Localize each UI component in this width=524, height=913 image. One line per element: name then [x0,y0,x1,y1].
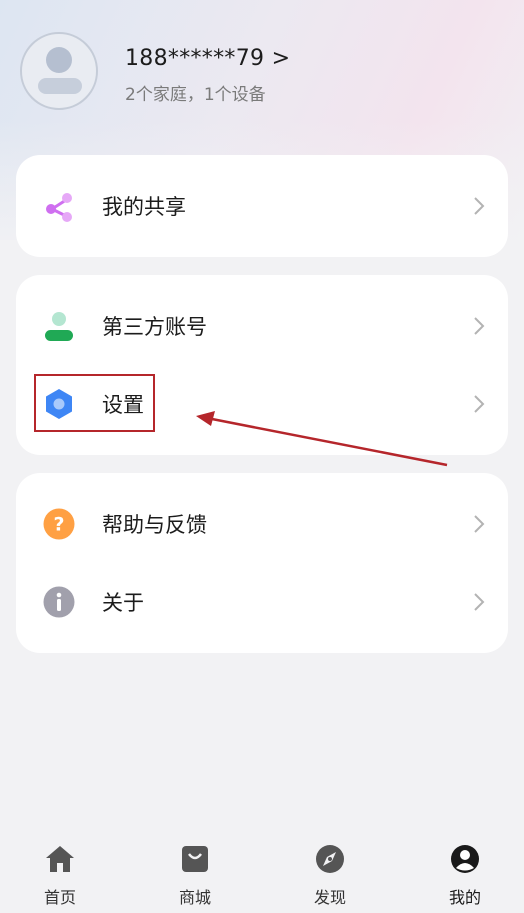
chevron-right-icon [474,593,485,611]
menu-item-label-help-feedback: 帮助与反馈 [102,513,207,537]
user-circle-icon [451,845,479,873]
shopping-bag-icon [182,846,208,872]
settings-highlight-box [34,374,155,432]
menu-item-label-about: 关于 [102,591,144,615]
profile-header: 188******79 > 2个家庭，1个设备 [20,32,500,112]
chevron-right-icon [474,515,485,533]
bottom-navigation: 首页 商城 发现 我的 [0,828,524,913]
compass-icon [316,845,344,873]
nav-label-discover: 发现 [313,888,346,907]
nav-label-mall: 商城 [178,888,211,907]
menu-item-label-third-party-account: 第三方账号 [102,315,207,339]
nav-label-home: 首页 [43,888,76,907]
nav-label-mine: 我的 [448,888,481,907]
menu-item-third-party-account[interactable]: 第三方账号 [16,287,508,365]
svg-text:?: ? [53,514,64,536]
home-device-summary: 2个家庭，1个设备 [125,85,266,105]
chevron-right-icon [474,197,485,215]
avatar-head [46,47,72,73]
question-icon: ? [43,508,75,540]
share-icon [46,193,72,222]
help-about-card: ? 帮助与反馈 关于 [16,473,508,653]
chevron-right-icon [474,395,485,413]
home-icon [46,846,74,872]
nav-home[interactable]: 首页 [15,828,105,913]
chevron-right-icon [474,317,485,335]
menu-item-about[interactable]: 关于 [16,563,508,641]
account-phone-number[interactable]: 188******79 > [125,46,290,71]
avatar-body [38,78,82,94]
menu-item-my-share[interactable]: 我的共享 [16,167,508,245]
nav-mall[interactable]: 商城 [150,828,240,913]
avatar[interactable] [20,32,98,110]
nav-mine[interactable]: 我的 [420,828,510,913]
info-icon [43,586,75,618]
menu-item-label-my-share: 我的共享 [102,195,186,219]
share-card: 我的共享 [16,155,508,257]
account-icon [45,312,73,341]
nav-discover[interactable]: 发现 [285,828,375,913]
menu-item-help-feedback[interactable]: ? 帮助与反馈 [16,485,508,563]
